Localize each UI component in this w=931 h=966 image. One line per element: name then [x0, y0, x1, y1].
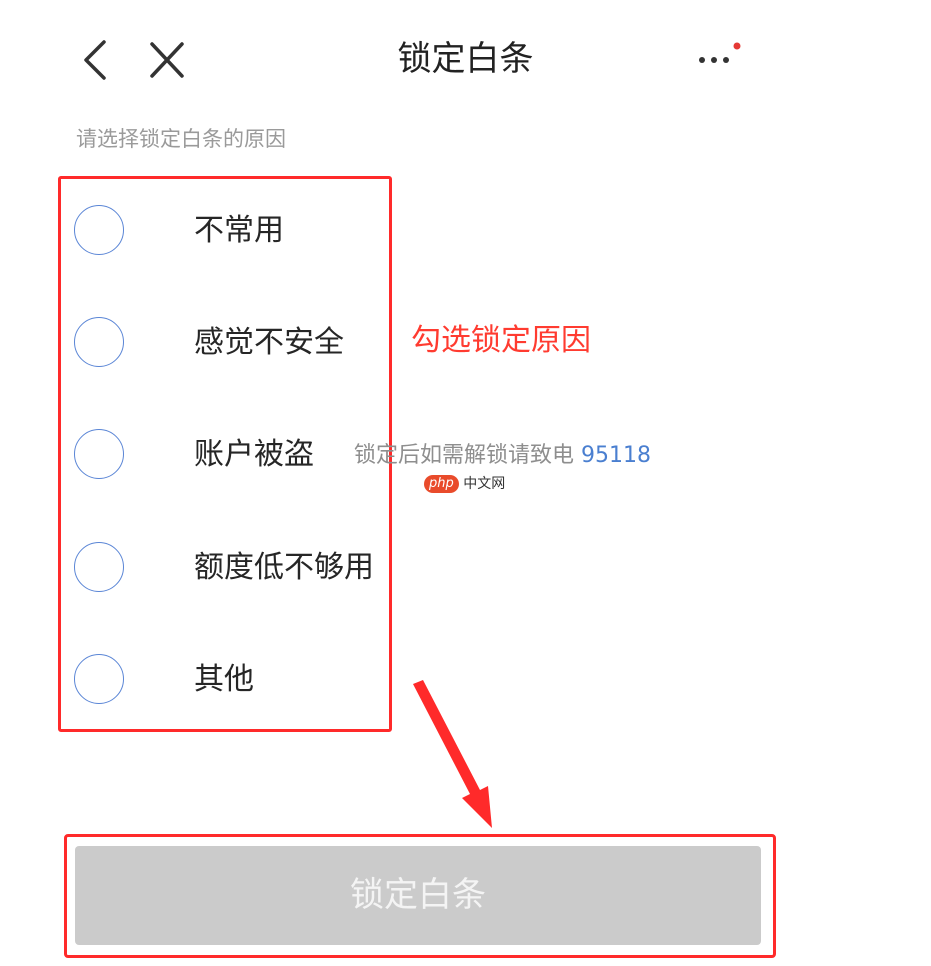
phone-number-link[interactable]: 95118	[581, 443, 651, 468]
more-button[interactable]	[690, 40, 750, 74]
radio-button[interactable]	[74, 429, 124, 479]
option-low-limit[interactable]: 额度低不够用	[74, 538, 414, 598]
more-dots-icon	[699, 42, 741, 63]
lock-baitiao-button[interactable]: 锁定白条	[75, 846, 761, 945]
watermark-text: 中文网	[463, 476, 506, 492]
option-label: 感觉不安全	[194, 325, 344, 360]
watermark-logo: php	[424, 475, 459, 493]
option-label: 不常用	[194, 213, 284, 248]
radio-button[interactable]	[74, 542, 124, 592]
page-title: 锁定白条	[397, 39, 534, 79]
hint-text: 锁定后如需解锁请致电	[354, 443, 575, 468]
arrow-down-icon	[413, 680, 492, 828]
option-feel-unsafe[interactable]: 感觉不安全	[74, 313, 414, 373]
option-label: 其他	[194, 662, 254, 697]
watermark: php 中文网	[424, 474, 505, 494]
reason-prompt: 请选择锁定白条的原因	[76, 127, 286, 151]
radio-button[interactable]	[74, 317, 124, 367]
option-other[interactable]: 其他	[74, 650, 414, 710]
annotation-select-reason: 勾选锁定原因	[411, 323, 591, 358]
option-label: 额度低不够用	[194, 550, 374, 585]
option-not-used[interactable]: 不常用	[74, 201, 414, 261]
option-label: 账户被盗	[194, 437, 314, 472]
notification-dot	[733, 42, 741, 50]
unlock-hint: 锁定后如需解锁请致电 95118	[354, 440, 651, 472]
radio-button[interactable]	[74, 205, 124, 255]
radio-button[interactable]	[74, 654, 124, 704]
